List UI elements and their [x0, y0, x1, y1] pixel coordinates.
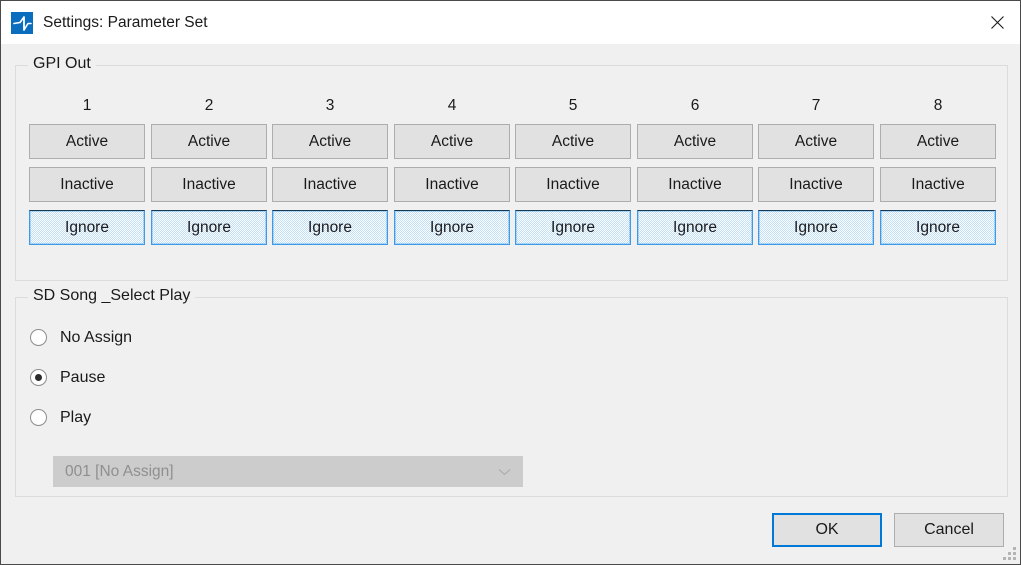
cancel-button[interactable]: Cancel [894, 513, 1004, 547]
radio-option-pause[interactable]: Pause [28, 364, 132, 391]
window-title: Settings: Parameter Set [43, 13, 208, 31]
gpi-ignore-button-3[interactable]: Ignore [272, 210, 388, 245]
radio-option-no-assign[interactable]: No Assign [28, 324, 132, 351]
gpi-out-legend: GPI Out [28, 55, 96, 73]
gpi-inactive-button-6[interactable]: Inactive [637, 167, 753, 202]
gpi-column-8: 8 Active Inactive Ignore [880, 96, 996, 245]
gpi-ignore-button-2[interactable]: Ignore [151, 210, 267, 245]
gpi-column-number: 7 [811, 97, 821, 114]
gpi-inactive-button-2[interactable]: Inactive [151, 167, 267, 202]
gpi-active-button-1[interactable]: Active [29, 124, 145, 159]
gpi-column-number: 4 [447, 97, 457, 114]
gpi-active-button-3[interactable]: Active [272, 124, 388, 159]
gpi-inactive-button-7[interactable]: Inactive [758, 167, 874, 202]
gpi-column-4: 4 Active Inactive Ignore [394, 96, 510, 245]
radio-mark-pause[interactable] [30, 369, 47, 386]
gpi-ignore-button-1[interactable]: Ignore [29, 210, 145, 245]
gpi-active-button-5[interactable]: Active [515, 124, 631, 159]
gpi-column-number: 5 [568, 97, 578, 114]
song-select-value: 001 [No Assign] [65, 462, 174, 480]
resize-grip-icon[interactable] [1003, 547, 1016, 560]
gpi-inactive-button-3[interactable]: Inactive [272, 167, 388, 202]
sd-song-radio-list: No Assign Pause Play [28, 324, 132, 444]
gpi-column-number: 6 [690, 97, 700, 114]
radio-mark-no-assign[interactable] [30, 329, 47, 346]
gpi-ignore-button-4[interactable]: Ignore [394, 210, 510, 245]
gpi-active-button-2[interactable]: Active [151, 124, 267, 159]
gpi-ignore-button-6[interactable]: Ignore [637, 210, 753, 245]
song-select-dropdown[interactable]: 001 [No Assign] [53, 456, 523, 487]
gpi-out-group: GPI Out 1 Active Inactive Ignore 2 Active Inac… [15, 55, 1008, 281]
gpi-column-7: 7 Active Inactive Ignore [758, 96, 874, 245]
gpi-column-number: 2 [204, 97, 214, 114]
radio-option-play[interactable]: Play [28, 404, 132, 431]
sd-song-select-play-group: SD Song _Select Play No Assign Pause Pla… [15, 287, 1008, 497]
gpi-ignore-button-8[interactable]: Ignore [880, 210, 996, 245]
gpi-active-button-6[interactable]: Active [637, 124, 753, 159]
chevron-down-icon [498, 468, 511, 476]
gpi-column-number: 8 [933, 97, 943, 114]
gpi-column-5: 5 Active Inactive Ignore [515, 96, 631, 245]
sd-song-select-play-legend: SD Song _Select Play [28, 287, 196, 305]
ok-button[interactable]: OK [772, 513, 882, 547]
title-bar: Settings: Parameter Set [1, 1, 1020, 44]
gpi-active-button-8[interactable]: Active [880, 124, 996, 159]
radio-label-pause: Pause [60, 368, 106, 386]
gpi-ignore-button-5[interactable]: Ignore [515, 210, 631, 245]
gpi-inactive-button-8[interactable]: Inactive [880, 167, 996, 202]
radio-label-no-assign: No Assign [60, 328, 133, 346]
waveform-icon [11, 11, 33, 34]
gpi-column-number: 3 [325, 97, 335, 114]
close-icon[interactable] [974, 1, 1020, 44]
gpi-active-button-4[interactable]: Active [394, 124, 510, 159]
gpi-inactive-button-4[interactable]: Inactive [394, 167, 510, 202]
gpi-column-number: 1 [82, 97, 92, 114]
gpi-column-1: 1 Active Inactive Ignore [29, 96, 145, 245]
gpi-active-button-7[interactable]: Active [758, 124, 874, 159]
gpi-inactive-button-5[interactable]: Inactive [515, 167, 631, 202]
radio-mark-play[interactable] [30, 409, 47, 426]
radio-label-play: Play [60, 408, 92, 426]
settings-dialog-window: Settings: Parameter Set GPI Out 1 Active I… [0, 0, 1021, 565]
gpi-column-6: 6 Active Inactive Ignore [637, 96, 753, 245]
gpi-inactive-button-1[interactable]: Inactive [29, 167, 145, 202]
gpi-ignore-button-7[interactable]: Ignore [758, 210, 874, 245]
gpi-column-3: 3 Active Inactive Ignore [272, 96, 388, 245]
gpi-column-2: 2 Active Inactive Ignore [151, 96, 267, 245]
